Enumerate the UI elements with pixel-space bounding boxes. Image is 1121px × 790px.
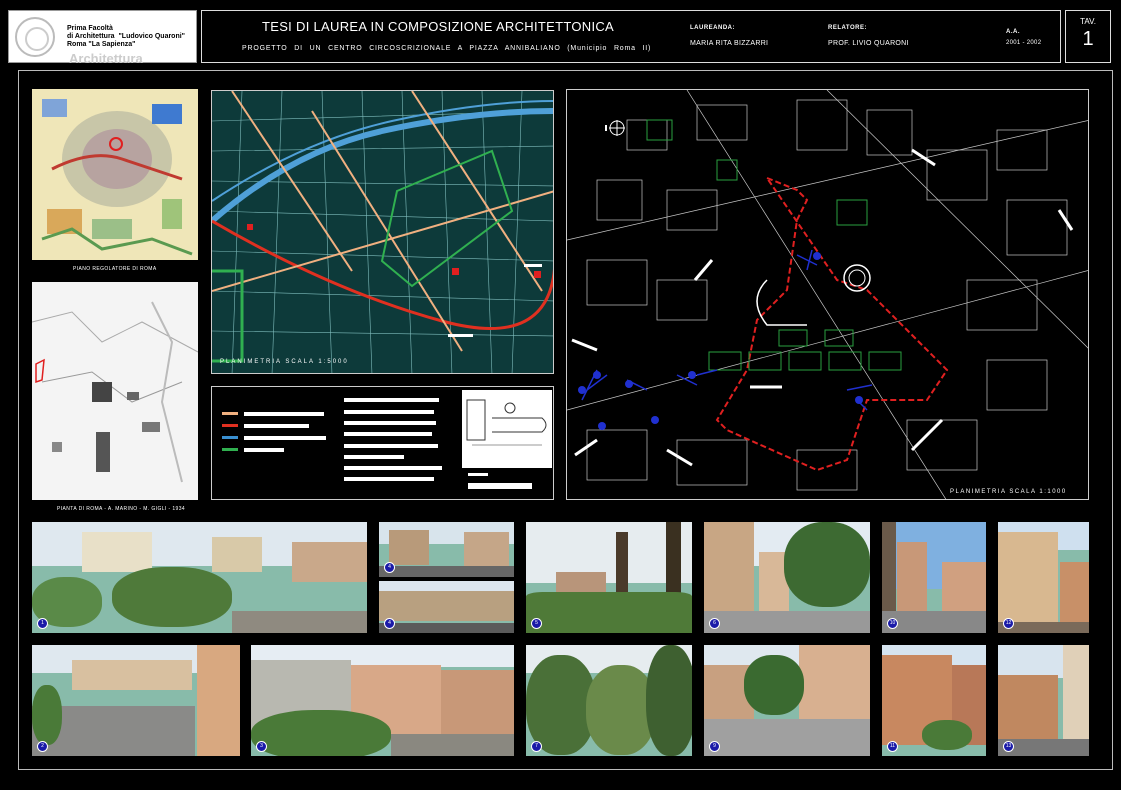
photo-number-badge: 4 [384,618,395,629]
sheet-label: TAV. [1080,17,1096,26]
legend-text-bar [344,466,442,470]
historic-rome-map [32,282,198,500]
legend-text-bar [344,432,432,436]
laureanda-name: MARIA RITA BIZZARRI [690,40,769,47]
site-photo: 10 [882,522,986,633]
legend-swatch-water [222,436,238,439]
legend-text-bar [244,424,309,428]
photo-number-badge: 2 [37,741,48,752]
relatore-name: PROF. LIVIO QUARONI [828,40,909,47]
photo-number-badge: 10 [887,618,898,629]
site-photo: 4 [379,522,514,577]
photo-number-badge: 11 [887,741,898,752]
historic-map-caption: PIANTA DI ROMA - A. MARINO - M. GIGLI - … [57,506,186,512]
planimetria-1000-map: PLANIMETRIA SCALA 1:1000 [566,89,1089,500]
site-photo: 1 [32,522,367,633]
photo-number-badge: 9 [709,741,720,752]
site-photo: 7 [526,645,692,756]
title-block: TESI DI LAUREA IN COMPOSIZIONE ARCHITETT… [201,10,1061,63]
photo-number-badge: 1 [37,618,48,629]
site-photo: 6 [704,522,870,633]
faculty-logo-word: Architettura [69,51,143,66]
photo-number-badge: 5 [531,618,542,629]
faculty-emblem-icon [15,17,55,57]
academic-year-value: 2001 - 2002 [1006,40,1042,46]
thesis-title: TESI DI LAUREA IN COMPOSIZIONE ARCHITETT… [262,19,615,34]
legend-swatch-roads [222,412,238,415]
legend-swatch-boundary [222,424,238,427]
photo-number-badge: 13 [1003,741,1014,752]
map-legend [211,386,554,500]
relatore-label: RELATORE: [828,25,867,31]
legend-text-bar [344,444,438,448]
site-schema-drawing [462,390,552,468]
laureanda-label: LAUREANDA: [690,25,735,31]
legend-text-bar [244,448,284,452]
photo-number-badge: 7 [531,741,542,752]
planimetria-5000-map: PLANIMETRIA SCALA 1:5000 [211,90,554,374]
faculty-name: Prima Facoltà di Architettura "Ludovico Q… [67,25,185,48]
site-photo: 11 [882,645,986,756]
sheet-number-block: TAV. 1 [1065,10,1111,63]
site-photo: 3 [251,645,514,756]
site-photo: 12 [998,522,1089,633]
faculty-logo: Prima Facoltà di Architettura "Ludovico Q… [8,10,197,66]
piano-regolatore-map [32,89,198,260]
project-subtitle: PROGETTO DI UN CENTRO CIRCOSCRIZIONALE A… [242,45,652,52]
planimetria-1000-caption: PLANIMETRIA SCALA 1:1000 [950,489,1067,495]
photo-number-badge: 4 [384,562,395,573]
legend-text-bar [468,473,488,476]
sheet-number: 1 [1082,28,1094,50]
site-photo: 9 [704,645,870,756]
site-photo: 5 [526,522,692,633]
legend-text-bar [344,410,434,414]
legend-text-bar [344,421,436,425]
legend-text-bar [344,455,404,459]
legend-text-bar [244,412,324,416]
planimetria-5000-caption: PLANIMETRIA SCALA 1:5000 [220,359,349,365]
piano-regolatore-caption: PIANO REGOLATORE DI ROMA [73,266,157,272]
site-photo: 2 [32,645,240,756]
legend-text-bar [344,398,439,402]
legend-text-bar [468,483,532,489]
legend-text-bar [344,477,434,481]
site-photo: 4 [379,581,514,633]
legend-swatch-green [222,448,238,451]
photo-number-badge: 6 [709,618,720,629]
site-photo: 13 [998,645,1089,756]
legend-text-bar [244,436,326,440]
photo-number-badge: 12 [1003,618,1014,629]
photo-number-badge: 3 [256,741,267,752]
academic-year-label: A.A. [1006,29,1020,35]
